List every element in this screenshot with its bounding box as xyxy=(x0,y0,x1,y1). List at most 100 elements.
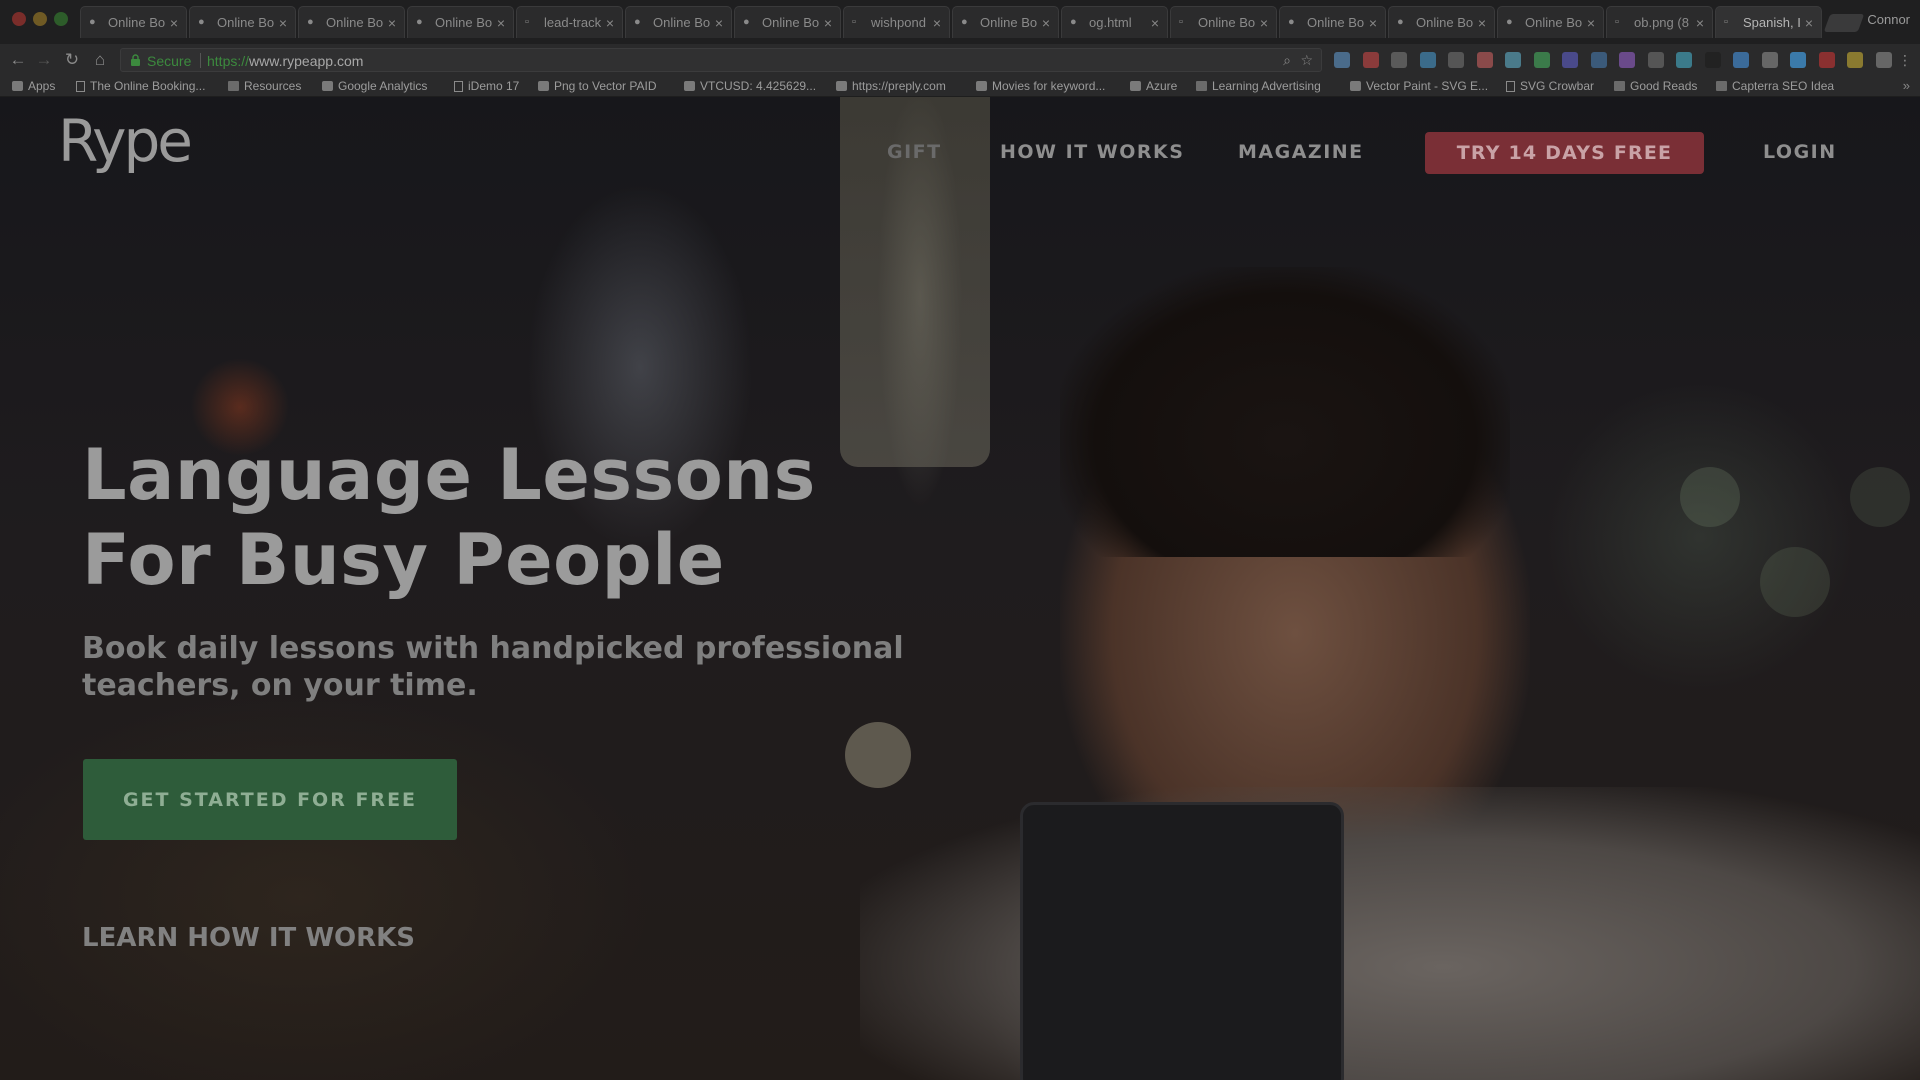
tab-title: Online Bo xyxy=(980,15,1038,30)
bookmark-item[interactable]: Google Analytics xyxy=(322,79,427,93)
browser-tab[interactable]: ● Online Bo × xyxy=(1388,6,1495,38)
tab-close-icon[interactable]: × xyxy=(715,15,723,31)
bookmark-item[interactable]: Movies for keyword... xyxy=(976,79,1105,93)
tab-close-icon[interactable]: × xyxy=(824,15,832,31)
extension-icon[interactable] xyxy=(1619,52,1635,68)
bookmark-star-icon[interactable]: ☆ xyxy=(1300,52,1313,69)
url-host: www.rypeapp.com xyxy=(249,53,364,69)
extension-icon[interactable] xyxy=(1362,52,1379,68)
tab-close-icon[interactable]: × xyxy=(1587,15,1595,31)
maximize-window-button[interactable] xyxy=(54,12,68,26)
tab-close-icon[interactable]: × xyxy=(497,15,505,31)
bookmark-item[interactable]: Apps xyxy=(12,79,55,93)
extension-icon[interactable] xyxy=(1761,52,1778,68)
browser-tab[interactable]: ● Online Bo × xyxy=(734,6,841,38)
zoom-icon[interactable]: ⌕ xyxy=(1283,52,1291,69)
web-page: Rype GIFT HOW IT WORKS MAGAZINE TRY 14 D… xyxy=(0,97,1920,1080)
extension-icon[interactable] xyxy=(1533,52,1550,68)
bookmark-item[interactable]: Resources xyxy=(228,79,301,93)
preply-icon xyxy=(836,81,847,91)
extension-icon[interactable] xyxy=(1676,52,1692,68)
browser-tab[interactable]: ● Online Bo × xyxy=(1279,6,1386,38)
bookmark-item[interactable]: Vector Paint - SVG E... xyxy=(1350,79,1488,93)
bokeh-light xyxy=(845,722,911,788)
extension-icon[interactable] xyxy=(1505,52,1521,68)
extension-icon[interactable] xyxy=(1391,52,1407,68)
forward-arrow-icon[interactable]: → xyxy=(34,50,54,70)
extension-icon[interactable] xyxy=(1476,52,1493,68)
login-link[interactable]: LOGIN xyxy=(1763,141,1837,163)
profile-name[interactable]: Connor xyxy=(1867,12,1910,27)
new-tab-button[interactable] xyxy=(1823,14,1865,32)
learn-how-it-works-link[interactable]: LEARN HOW IT WORKS xyxy=(82,923,415,953)
tab-close-icon[interactable]: × xyxy=(1478,15,1486,31)
bookmark-item[interactable]: Capterra SEO Idea xyxy=(1716,79,1834,93)
get-started-button[interactable]: GET STARTED FOR FREE xyxy=(83,759,457,840)
tab-close-icon[interactable]: × xyxy=(1696,15,1704,31)
tab-close-icon[interactable]: × xyxy=(1151,15,1159,31)
browser-tab[interactable]: ● Online Bo × xyxy=(407,6,514,38)
browser-tab[interactable]: ● Online Bo × xyxy=(298,6,405,38)
nav-gift-link[interactable]: GIFT xyxy=(887,141,942,163)
browser-tab[interactable]: ● Online Bo × xyxy=(80,6,187,38)
home-icon[interactable]: ⌂ xyxy=(90,50,110,70)
extension-icon[interactable] xyxy=(1448,52,1464,68)
try-free-button[interactable]: TRY 14 DAYS FREE xyxy=(1425,132,1704,174)
tab-close-icon[interactable]: × xyxy=(170,15,178,31)
bookmark-item[interactable]: SVG Crowbar xyxy=(1506,79,1594,93)
bookmark-item[interactable]: https://preply.com xyxy=(836,79,946,93)
tab-close-icon[interactable]: × xyxy=(1042,15,1050,31)
extension-icon[interactable] xyxy=(1419,52,1436,68)
rype-logo[interactable]: Rype xyxy=(58,107,193,175)
extension-icon[interactable] xyxy=(1818,52,1835,68)
tab-close-icon[interactable]: × xyxy=(388,15,396,31)
tab-close-icon[interactable]: × xyxy=(1369,15,1377,31)
bookmark-item[interactable]: The Online Booking... xyxy=(76,79,205,93)
extension-icon[interactable] xyxy=(1790,52,1806,68)
browser-tab[interactable]: ● Online Bo × xyxy=(625,6,732,38)
bookmark-item[interactable]: VTCUSD: 4.425629... xyxy=(684,79,816,93)
bookmark-item[interactable]: Learning Advertising xyxy=(1196,79,1321,93)
tab-title: Online Bo xyxy=(435,15,493,30)
extension-icon[interactable] xyxy=(1562,52,1578,68)
extension-icon[interactable] xyxy=(1847,52,1863,68)
browser-menu-icon[interactable]: ⋮ xyxy=(1895,50,1915,70)
browser-tab[interactable]: ▫ Online Bo × xyxy=(1170,6,1277,38)
browser-tab[interactable]: ● Online Bo × xyxy=(189,6,296,38)
browser-tab[interactable]: ▫ lead-track × xyxy=(516,6,623,38)
url-text[interactable]: https://www.rypeapp.com xyxy=(207,53,363,69)
extension-icon[interactable] xyxy=(1704,52,1721,68)
browser-tab[interactable]: ● Online Bo × xyxy=(952,6,1059,38)
reload-icon[interactable]: ↻ xyxy=(62,50,82,70)
browser-tab[interactable]: ▫ Spanish, I × xyxy=(1715,6,1822,38)
browser-tab[interactable]: ▫ wishpond × xyxy=(843,6,950,38)
bookmark-item[interactable]: iDemo 17 xyxy=(454,79,519,93)
bookmark-item[interactable]: Azure xyxy=(1130,79,1177,93)
tab-close-icon[interactable]: × xyxy=(279,15,287,31)
tab-title: Online Bo xyxy=(217,15,275,30)
extension-icon[interactable] xyxy=(1733,52,1749,68)
bookmark-item[interactable]: Png to Vector PAID xyxy=(538,79,657,93)
tab-close-icon[interactable]: × xyxy=(606,15,614,31)
address-bar[interactable]: Secure https://www.rypeapp.com ⌕ ☆ xyxy=(120,48,1322,72)
browser-tab[interactable]: ▫ ob.png (8 × xyxy=(1606,6,1713,38)
tab-close-icon[interactable]: × xyxy=(933,15,941,31)
tab-close-icon[interactable]: × xyxy=(1805,15,1813,31)
close-window-button[interactable] xyxy=(12,12,26,26)
browser-tab[interactable]: ● og.html × xyxy=(1061,6,1168,38)
nav-how-it-works-link[interactable]: HOW IT WORKS xyxy=(1000,141,1184,163)
bookmarks-overflow-button[interactable]: » xyxy=(1903,78,1910,93)
nav-magazine-link[interactable]: MAGAZINE xyxy=(1238,141,1364,163)
tab-close-icon[interactable]: × xyxy=(1260,15,1268,31)
bookmark-item[interactable]: Good Reads xyxy=(1614,79,1697,93)
folder-icon xyxy=(228,81,239,91)
extension-icon[interactable] xyxy=(1334,52,1350,68)
minimize-window-button[interactable] xyxy=(33,12,47,26)
browser-tab[interactable]: ● Online Bo × xyxy=(1497,6,1604,38)
extension-icon[interactable] xyxy=(1875,52,1892,68)
back-arrow-icon[interactable]: ← xyxy=(8,50,28,70)
hero-subtitle: Book daily lessons with handpicked profe… xyxy=(82,630,962,704)
url-divider xyxy=(200,53,201,68)
extension-icon[interactable] xyxy=(1647,52,1664,68)
extension-icon[interactable] xyxy=(1590,52,1607,68)
